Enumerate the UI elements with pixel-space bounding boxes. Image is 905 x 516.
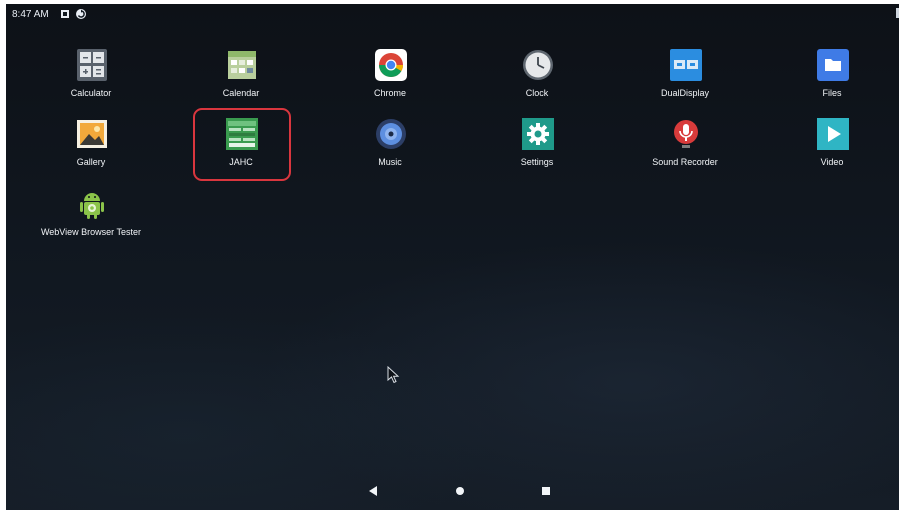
app-calendar[interactable]: Calendar xyxy=(181,48,301,112)
android-home-screen: 8:47 AM Calculator Calendar Chrome Clock… xyxy=(6,4,899,510)
back-icon[interactable] xyxy=(362,480,384,502)
app-gallery[interactable]: Gallery xyxy=(31,117,151,181)
app-music[interactable]: Music xyxy=(330,117,450,181)
settings-icon xyxy=(521,117,555,151)
app-files[interactable]: Files xyxy=(772,48,892,112)
sound-recorder-icon xyxy=(669,117,703,151)
app-settings[interactable]: Settings xyxy=(477,117,597,181)
home-icon[interactable] xyxy=(449,480,471,502)
android-icon xyxy=(75,187,109,221)
calculator-icon xyxy=(75,48,109,82)
app-label: Settings xyxy=(520,157,554,167)
dual-display-icon xyxy=(669,48,703,82)
navigation-bar xyxy=(6,470,899,510)
music-icon xyxy=(374,117,408,151)
app-label: Clock xyxy=(525,88,549,98)
app-dualdisplay[interactable]: DualDisplay xyxy=(625,48,745,112)
app-sound-recorder[interactable]: Sound Recorder xyxy=(625,117,745,181)
app-calculator[interactable]: Calculator xyxy=(31,48,151,112)
app-label: Calendar xyxy=(222,88,260,98)
app-label: WebView Browser Tester xyxy=(40,227,142,237)
video-icon xyxy=(816,117,850,151)
sync-icon xyxy=(75,8,87,20)
mouse-cursor-icon xyxy=(387,365,401,384)
app-video[interactable]: Video xyxy=(772,117,892,181)
app-label: Chrome xyxy=(373,88,406,98)
gallery-icon xyxy=(75,117,109,151)
app-webview-browser-tester[interactable]: WebView Browser Tester xyxy=(31,187,151,251)
clock-icon xyxy=(521,48,555,82)
app-label: DualDisplay xyxy=(660,88,710,98)
app-clock[interactable]: Clock xyxy=(477,48,597,112)
app-label: Gallery xyxy=(76,157,106,167)
chrome-icon xyxy=(374,48,408,82)
app-label: Calculator xyxy=(70,88,112,98)
notification-square-icon xyxy=(59,8,71,20)
status-edge-indicator xyxy=(896,8,899,18)
selection-highlight xyxy=(193,108,291,181)
status-bar: 8:47 AM xyxy=(6,4,899,26)
calendar-icon xyxy=(225,48,259,82)
app-chrome[interactable]: Chrome xyxy=(330,48,450,112)
recents-icon[interactable] xyxy=(535,480,557,502)
status-time: 8:47 AM xyxy=(12,9,49,20)
app-label: Sound Recorder xyxy=(652,157,718,167)
app-label: Music xyxy=(378,157,402,167)
app-label: Video xyxy=(820,157,844,167)
files-icon xyxy=(816,48,850,82)
app-label: Files xyxy=(822,88,842,98)
